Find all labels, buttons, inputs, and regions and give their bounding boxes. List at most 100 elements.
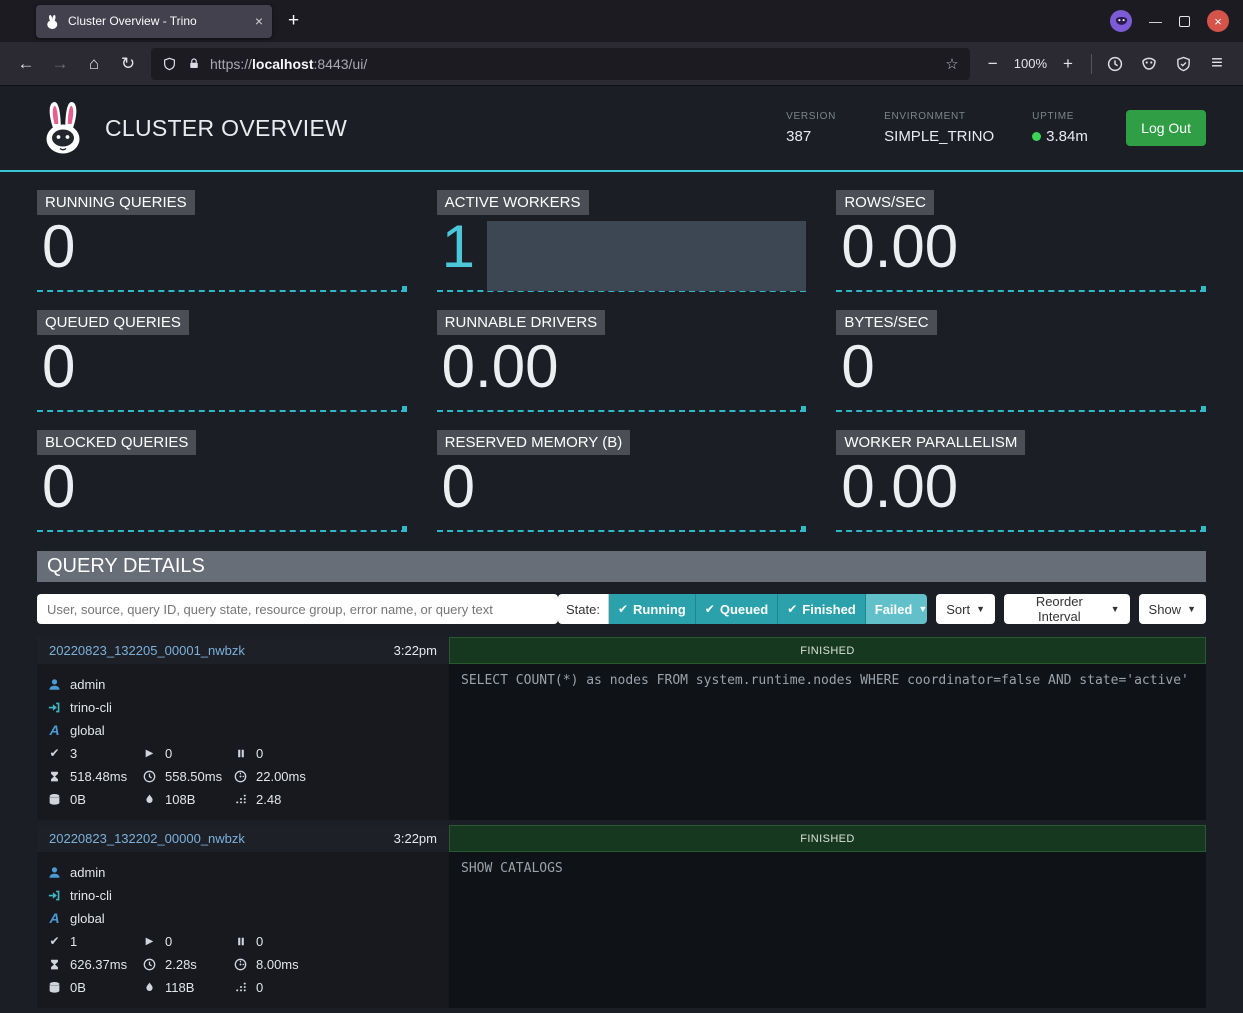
cpu-time: 8.00ms [256, 957, 299, 972]
extension-icon[interactable] [1133, 48, 1165, 80]
tab-close-icon[interactable]: × [255, 13, 263, 29]
filter-finished-button[interactable]: ✔Finished [778, 594, 866, 624]
query-search-input[interactable] [37, 594, 558, 624]
query-sql-text: SELECT COUNT(*) as nodes FROM system.run… [449, 664, 1206, 820]
browser-tab[interactable]: Cluster Overview - Trino × [36, 5, 272, 38]
current-memory: 0B [70, 980, 86, 995]
https-lock-icon[interactable] [186, 57, 201, 70]
sparkline-baseline [836, 290, 1206, 292]
query-header: 20220823_132202_00000_nwbzk 3:22pm [37, 825, 449, 852]
version-block: VERSION 387 [786, 111, 846, 145]
cumulative-memory: 118B [165, 980, 194, 995]
current-memory: 0B [70, 792, 86, 807]
source-icon [47, 889, 62, 902]
reorder-interval-dropdown[interactable]: Reorder Interval▼ [1004, 594, 1130, 624]
parallelism: 2.48 [256, 792, 281, 807]
cumulative-memory-icon [142, 981, 157, 994]
query-resource-group: global [70, 723, 105, 738]
stat-worker-parallelism: WORKER PARALLELISM 0.00 [836, 430, 1206, 537]
filter-queued-button[interactable]: ✔Queued [696, 594, 778, 624]
cluster-stats-grid: RUNNING QUERIES 0 ACTIVE WORKERS 1 ROWS/… [0, 172, 1243, 547]
state-filter-label: State: [558, 594, 609, 624]
query-sql-text: SHOW CATALOGS [449, 852, 1206, 1008]
query-status-badge: FINISHED [449, 637, 1206, 664]
check-icon: ✔ [705, 602, 715, 616]
url-host: localhost [252, 56, 313, 72]
parallelism: 0 [256, 980, 263, 995]
uptime-status-dot [1032, 132, 1041, 141]
check-icon: ✔ [618, 602, 628, 616]
query-id-link[interactable]: 20220823_132202_00000_nwbzk [49, 831, 245, 846]
zoom-out-button[interactable]: − [977, 48, 1009, 80]
source-icon [47, 701, 62, 714]
running-splits-icon: ▶ [142, 936, 157, 947]
query-user: admin [70, 865, 105, 880]
new-tab-button[interactable]: + [288, 10, 299, 32]
query-time: 3:22pm [394, 831, 437, 846]
queued-splits-icon [233, 936, 248, 947]
queued-time-icon [47, 770, 62, 783]
running-splits-icon: ▶ [142, 748, 157, 759]
protections-shield-icon[interactable] [1167, 48, 1199, 80]
sparkline-baseline [836, 410, 1206, 412]
environment-block: ENVIRONMENT SIMPLE_TRINO [884, 111, 994, 145]
chevron-down-icon: ▼ [976, 605, 985, 614]
back-button[interactable]: ← [10, 48, 42, 80]
filter-failed-dropdown[interactable]: Failed▼ [866, 594, 927, 624]
query-card: 20220823_132202_00000_nwbzk 3:22pm FINIS… [37, 825, 1206, 1008]
chevron-down-icon: ▼ [1111, 605, 1120, 614]
user-icon [47, 866, 62, 879]
parallelism-icon [233, 981, 248, 993]
queued-time: 518.48ms [70, 769, 127, 784]
query-source: trino-cli [70, 888, 112, 903]
query-time: 3:22pm [394, 643, 437, 658]
stat-running-queries: RUNNING QUERIES 0 [37, 190, 407, 297]
cpu-time-icon [233, 770, 248, 783]
elapsed-time: 2.28s [165, 957, 197, 972]
url-bar[interactable]: https://localhost:8443/ui/ ☆ [151, 48, 970, 80]
logout-button[interactable]: Log Out [1126, 110, 1206, 146]
version-value: 387 [786, 128, 846, 145]
sparkline-baseline [836, 530, 1206, 532]
query-card: 20220823_132205_00001_nwbzk 3:22pm FINIS… [37, 637, 1206, 820]
extension-badge-icon[interactable] [1110, 10, 1132, 32]
menu-button[interactable]: ≡ [1201, 48, 1233, 80]
query-id-link[interactable]: 20220823_132205_00001_nwbzk [49, 643, 245, 658]
completed-splits-icon: ✔ [47, 746, 62, 760]
zoom-in-button[interactable]: + [1052, 48, 1084, 80]
browser-navbar: ← → ⌂ ↻ https://localhost:8443/ui/ ☆ − 1… [0, 42, 1243, 86]
filter-running-button[interactable]: ✔Running [609, 594, 696, 624]
reload-button[interactable]: ↻ [112, 48, 144, 80]
stat-runnable-drivers: RUNNABLE DRIVERS 0.00 [437, 310, 807, 417]
restore-button[interactable] [1179, 16, 1190, 27]
query-details-title: QUERY DETAILS [37, 551, 1206, 582]
sparkline-baseline [37, 290, 407, 292]
cluster-meta: VERSION 387 ENVIRONMENT SIMPLE_TRINO UPT… [786, 111, 1092, 145]
forward-button[interactable]: → [44, 48, 76, 80]
chevron-down-icon: ▼ [918, 605, 927, 614]
query-source: trino-cli [70, 700, 112, 715]
history-clock-icon[interactable] [1099, 48, 1131, 80]
completed-splits: 1 [70, 934, 77, 949]
sparkline-baseline [437, 530, 807, 532]
sparkline-baseline [37, 410, 407, 412]
cumulative-memory: 108B [165, 792, 195, 807]
completed-splits: 3 [70, 746, 77, 761]
queued-time-icon [47, 958, 62, 971]
minimize-button[interactable]: — [1149, 14, 1162, 29]
query-details-toolbar: State: ✔Running ✔Queued ✔Finished Failed… [37, 594, 1206, 624]
queued-splits: 0 [256, 746, 263, 761]
browser-titlebar: Cluster Overview - Trino × + — × [0, 0, 1243, 42]
show-dropdown[interactable]: Show▼ [1139, 594, 1206, 624]
close-window-button[interactable]: × [1207, 10, 1229, 32]
bookmark-star-icon[interactable]: ☆ [945, 55, 958, 73]
permissions-shield-icon[interactable] [162, 57, 177, 71]
zoom-level[interactable]: 100% [1014, 56, 1047, 71]
url-scheme: https:// [210, 56, 252, 72]
uptime-value: 3.84m [1046, 128, 1088, 145]
stat-reserved-memory: RESERVED MEMORY (B) 0 [437, 430, 807, 537]
sort-dropdown[interactable]: Sort▼ [936, 594, 995, 624]
uptime-block: UPTIME 3.84m [1032, 111, 1092, 145]
environment-value: SIMPLE_TRINO [884, 128, 994, 145]
home-button[interactable]: ⌂ [78, 48, 110, 80]
